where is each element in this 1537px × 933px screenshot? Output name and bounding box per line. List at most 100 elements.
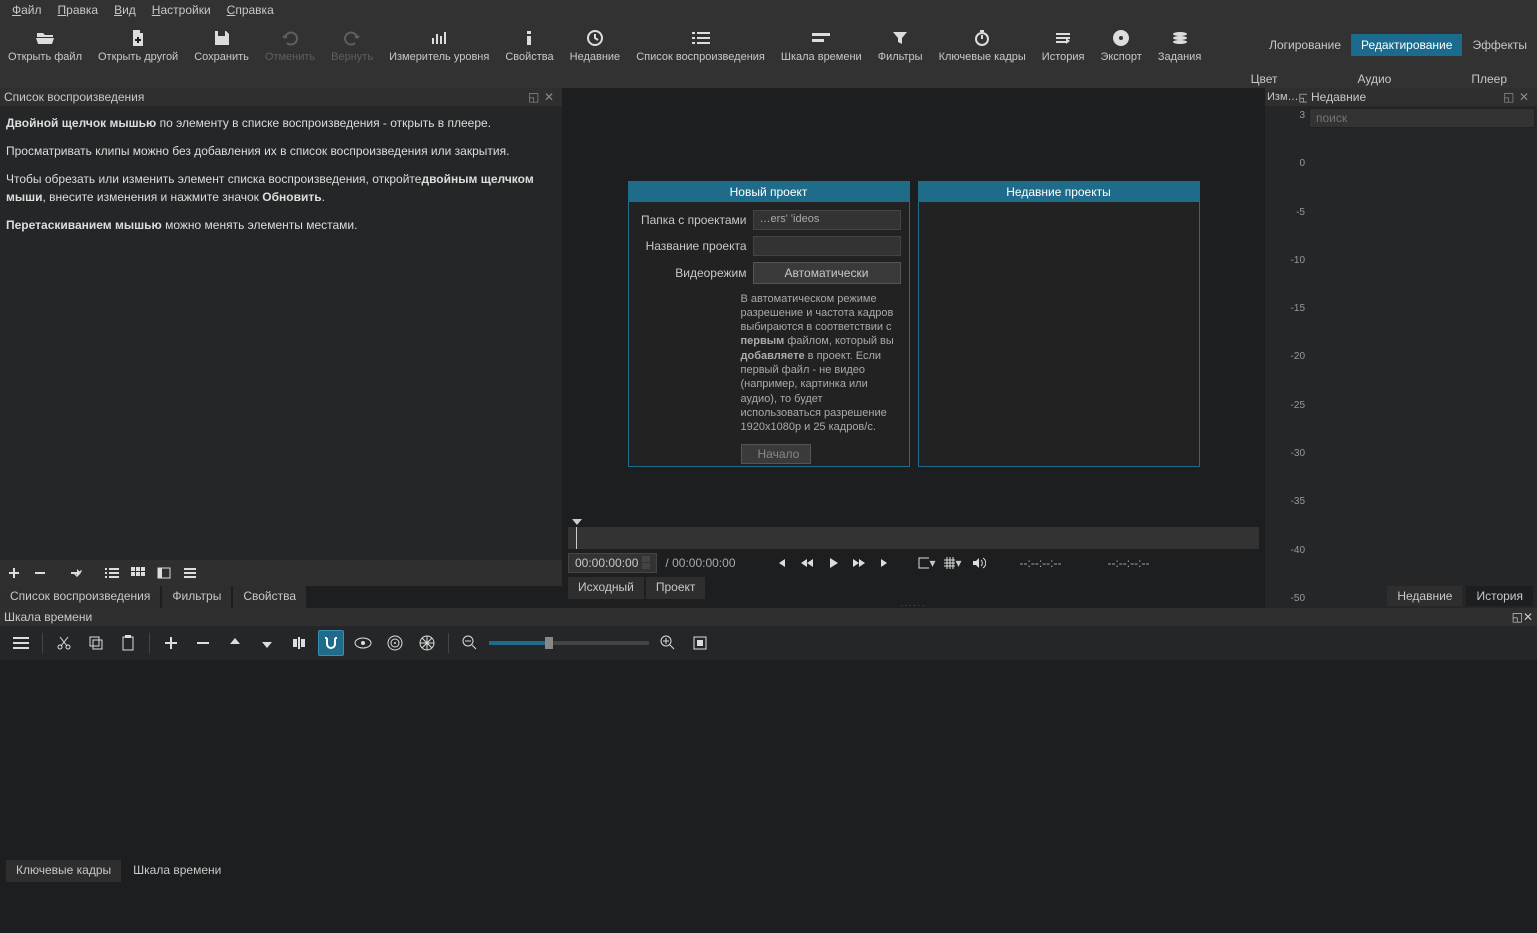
keyframes-tab[interactable]: Ключевые кадры [6, 860, 121, 882]
split-button[interactable] [286, 630, 312, 656]
zoom-in-button[interactable] [655, 630, 681, 656]
secondary-tabs: Цвет Аудио Плеер [0, 70, 1537, 88]
menu-edit[interactable]: Правка [50, 1, 107, 19]
ripple-all-button[interactable] [414, 630, 440, 656]
list-icon [692, 27, 710, 49]
volume-button[interactable] [970, 554, 988, 572]
menu-button[interactable] [8, 630, 34, 656]
in-timecode: --:--:--:-- [1020, 556, 1062, 570]
equalizer-icon [430, 27, 448, 49]
overwrite-button[interactable] [254, 630, 280, 656]
view-tiles-button[interactable] [126, 562, 150, 584]
undock-icon[interactable]: ◱ [1512, 610, 1523, 624]
playlist-tab[interactable]: Список воспроизведения [0, 586, 160, 608]
seek-bar[interactable] [568, 527, 1259, 549]
properties-tab[interactable]: Свойства [233, 586, 306, 608]
keyframes-button[interactable]: Ключевые кадры [931, 20, 1034, 70]
timeline-header: Шкала времени ◱ ✕ [0, 608, 1537, 626]
main-toolbar: Открыть файл Открыть другой Сохранить От… [0, 20, 1537, 70]
project-name-field[interactable] [753, 236, 901, 256]
source-tab[interactable]: Исходный [568, 577, 644, 599]
playlist-panel: Список воспроизведения ◱ ✕ Двойной щелчо… [0, 88, 562, 608]
menu-bar: Файл Правка Вид Настройки Справка [0, 0, 1537, 20]
timeline-button[interactable]: Шкала времени [773, 20, 870, 70]
zoom-out-button[interactable] [457, 630, 483, 656]
forward-button[interactable] [850, 554, 868, 572]
project-folder-field[interactable]: …ers' 'ideos [753, 210, 901, 230]
history-tab[interactable]: История [1466, 586, 1533, 606]
timeline-icon [811, 27, 831, 49]
redo-button[interactable]: Вернуть [323, 20, 381, 70]
playlist-button[interactable]: Список воспроизведения [628, 20, 773, 70]
search-input[interactable] [1309, 108, 1535, 128]
play-button[interactable] [824, 554, 842, 572]
zoom-button[interactable]: ▾ [918, 554, 936, 572]
layout-effects-tab[interactable]: Эффекты [1462, 34, 1537, 56]
export-button[interactable]: Экспорт [1092, 20, 1149, 70]
filters-button[interactable]: Фильтры [870, 20, 931, 70]
menu-help[interactable]: Справка [219, 1, 282, 19]
current-timecode[interactable]: 00:00:00:00 [568, 553, 657, 573]
color-tab[interactable]: Цвет [1251, 72, 1278, 86]
timeline-area[interactable] [0, 660, 1537, 860]
undock-icon[interactable]: ◱ [1299, 91, 1307, 104]
video-mode-button[interactable]: Автоматически [753, 262, 901, 284]
undock-icon[interactable]: ◱ [528, 90, 542, 104]
grid-button[interactable]: ▾ [944, 554, 962, 572]
properties-button[interactable]: Свойства [497, 20, 561, 70]
recent-button[interactable]: Недавние [562, 20, 629, 70]
close-icon[interactable]: ✕ [544, 90, 558, 104]
delete-button[interactable] [190, 630, 216, 656]
snap-button[interactable] [318, 630, 344, 656]
update-button[interactable] [64, 562, 88, 584]
cut-button[interactable] [51, 630, 77, 656]
playlist-panel-title: Список воспроизведения [4, 90, 144, 104]
recent-bottom-tabs: Недавние История [1307, 584, 1537, 608]
skip-next-button[interactable] [876, 554, 894, 572]
zoom-fit-button[interactable] [687, 630, 713, 656]
open-other-button[interactable]: Открыть другой [90, 20, 186, 70]
jobs-button[interactable]: Задания [1150, 20, 1209, 70]
start-button[interactable]: Начало [741, 444, 811, 464]
paste-button[interactable] [115, 630, 141, 656]
view-icons-button[interactable] [152, 562, 176, 584]
layout-editing-tab[interactable]: Редактирование [1351, 34, 1462, 56]
peak-meter-button[interactable]: Измеритель уровня [381, 20, 497, 70]
skip-prev-button[interactable] [772, 554, 790, 572]
audio-tab[interactable]: Аудио [1357, 72, 1391, 86]
new-project-title: Новый проект [629, 182, 909, 202]
undo-button[interactable]: Отменить [257, 20, 323, 70]
close-icon[interactable]: ✕ [1523, 610, 1533, 624]
rewind-button[interactable] [798, 554, 816, 572]
zoom-slider[interactable] [489, 641, 649, 645]
menu-settings[interactable]: Настройки [144, 1, 219, 19]
resize-handle[interactable]: ...... [562, 599, 1265, 608]
view-details-button[interactable] [100, 562, 124, 584]
playlist-help-text: Двойной щелчок мышью по элементу в списк… [0, 106, 562, 560]
lift-button[interactable] [222, 630, 248, 656]
ripple-button[interactable] [382, 630, 408, 656]
menu-view[interactable]: Вид [106, 1, 144, 19]
copy-button[interactable] [83, 630, 109, 656]
new-project-panel: Новый проект Папка с проектами …ers' 'id… [628, 181, 910, 467]
add-button[interactable] [2, 562, 26, 584]
layout-logging-tab[interactable]: Логирование [1259, 34, 1351, 56]
remove-button[interactable] [28, 562, 52, 584]
open-file-button[interactable]: Открыть файл [0, 20, 90, 70]
close-icon[interactable]: ✕ [1519, 90, 1533, 104]
history-button[interactable]: История [1034, 20, 1093, 70]
append-button[interactable] [158, 630, 184, 656]
view-list-button[interactable] [178, 562, 202, 584]
project-tab[interactable]: Проект [646, 577, 706, 599]
undock-icon[interactable]: ◱ [1503, 90, 1517, 104]
menu-file[interactable]: Файл [4, 1, 50, 19]
player-tab[interactable]: Плеер [1471, 72, 1507, 86]
timeline-tab[interactable]: Шкала времени [123, 860, 231, 882]
player-panel: Новый проект Папка с проектами …ers' 'id… [562, 88, 1265, 608]
save-button[interactable]: Сохранить [186, 20, 257, 70]
filters-tab[interactable]: Фильтры [162, 586, 231, 608]
scrub-button[interactable] [350, 630, 376, 656]
redo-icon [343, 27, 361, 49]
save-icon [213, 27, 231, 49]
recent-tab[interactable]: Недавние [1387, 586, 1462, 606]
